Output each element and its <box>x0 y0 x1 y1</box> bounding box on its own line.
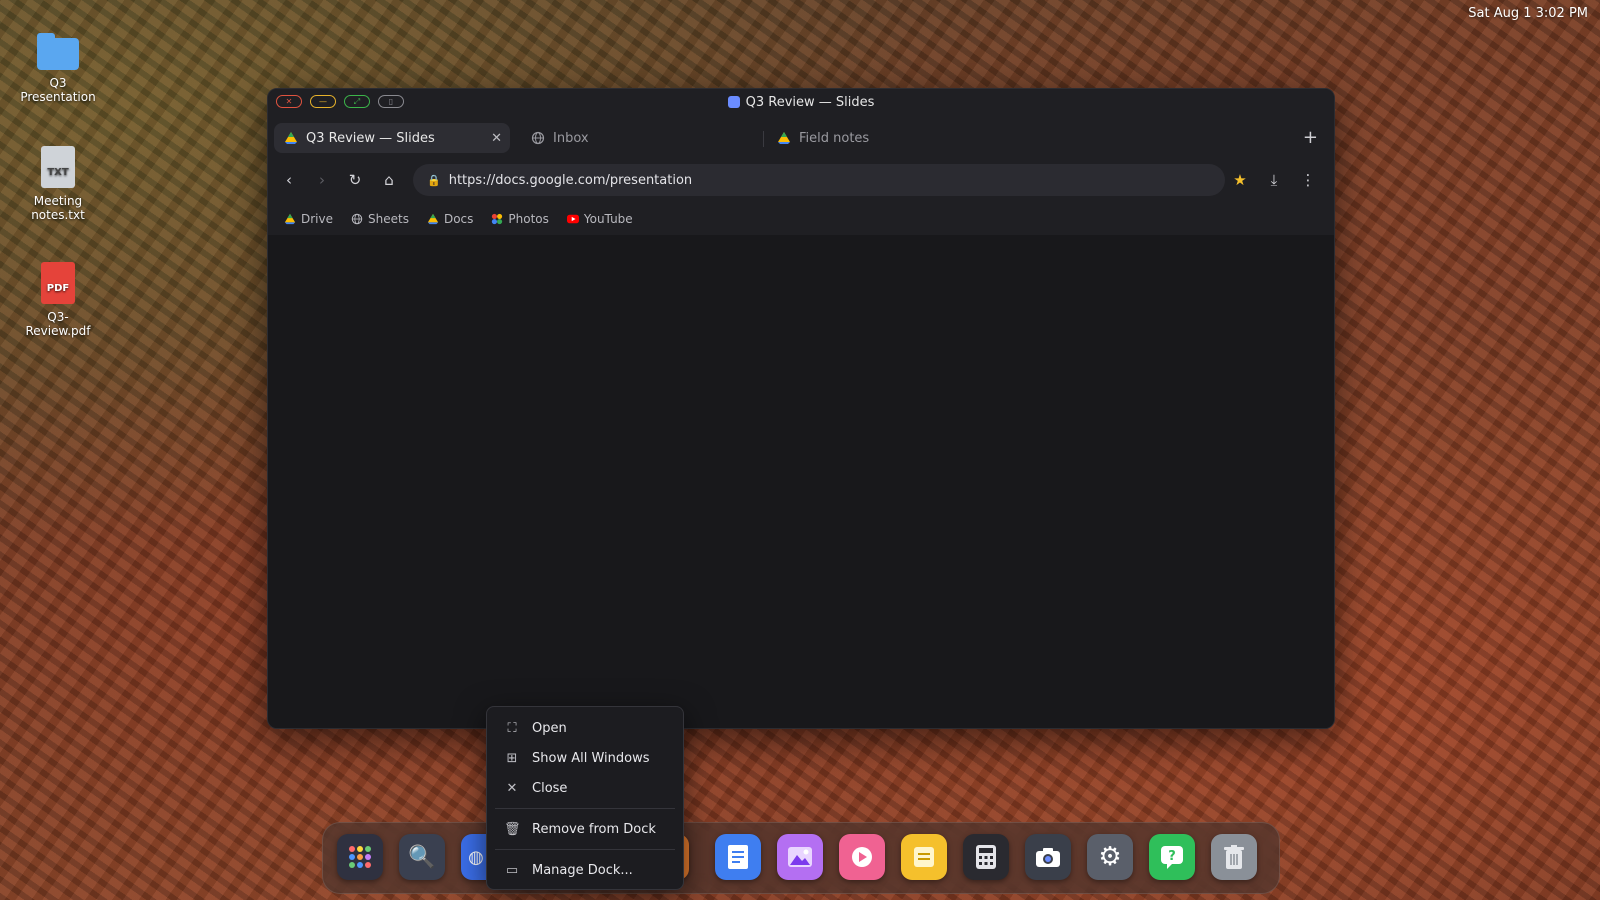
tab-bar: Q3 Review — Slides ✕ Inbox Field notes + <box>268 117 1334 159</box>
gear-icon: ⚙ <box>1098 842 1122 872</box>
camera-icon <box>1036 848 1060 867</box>
app-grid-icon <box>349 846 371 868</box>
dock-icon: ▭ <box>505 862 519 878</box>
desktop-icon-label: Q3 Presentation <box>20 76 96 104</box>
dock-app-settings[interactable]: ⚙ <box>1087 834 1133 880</box>
menu-item-label: Show All Windows <box>532 750 650 766</box>
desktop-icon-label: Q3- Review.pdf <box>25 310 91 338</box>
bookmark-star-icon[interactable]: ★ <box>1230 170 1250 190</box>
bookmark-label: YouTube <box>583 212 633 226</box>
menu-divider <box>495 808 675 809</box>
browser-window: ✕ — ⤢ ▯ Q3 Review — Slides Q3 Review — S… <box>267 88 1335 729</box>
menu-item-manage-dock[interactable]: ▭ Manage Dock... <box>487 855 683 885</box>
globe-icon <box>351 213 363 225</box>
bookmarks-bar: Drive Sheets Docs Photos YouTube <box>268 203 1334 236</box>
dock-app-camera[interactable] <box>1025 834 1071 880</box>
menu-item-label: Manage Dock... <box>532 862 633 878</box>
menu-divider <box>495 849 675 850</box>
dock-app-notes[interactable] <box>901 834 947 880</box>
menubar-clock[interactable]: Sat Aug 1 3:02 PM <box>1468 6 1588 21</box>
lock-icon: 🔒 <box>427 173 441 187</box>
back-arrow-icon[interactable]: ‹ <box>279 170 299 190</box>
desktop-icon-meeting-notes[interactable]: TXT Meeting notes.txt <box>13 146 103 222</box>
bookmark-label: Docs <box>443 212 474 226</box>
page-content-area[interactable] <box>268 235 1334 728</box>
menu-item-remove-from-dock[interactable]: 🗑 Remove from Dock <box>487 814 683 844</box>
new-tab-plus-icon[interactable]: + <box>1303 127 1318 148</box>
address-bar[interactable]: 🔒 https://docs.google.com/presentation <box>413 164 1225 196</box>
bookmark-drive[interactable]: Drive <box>284 212 333 226</box>
desktop-icon-label: Meeting notes.txt <box>31 194 85 222</box>
desktop-icon-q3-presentation[interactable]: Q3 Presentation <box>13 33 103 104</box>
close-tab-icon[interactable]: ✕ <box>491 131 502 146</box>
menu-kebab-icon[interactable]: ⋮ <box>1298 170 1318 190</box>
notes-icon <box>914 847 934 867</box>
bookmark-docs[interactable]: Docs <box>427 212 473 226</box>
dock-app-photos[interactable] <box>777 834 823 880</box>
title-bar[interactable]: ✕ — ⤢ ▯ Q3 Review — Slides <box>268 89 1334 117</box>
bookmark-photos[interactable]: Photos <box>491 212 549 226</box>
tab-inbox[interactable]: Inbox <box>521 123 741 153</box>
app-shield-icon <box>727 96 740 108</box>
tab-label: Q3 Review — Slides <box>306 130 435 146</box>
tab-label: Field notes <box>799 130 870 146</box>
dock-app-docs[interactable] <box>715 834 761 880</box>
dock-app-search[interactable]: 🔍 <box>399 834 445 880</box>
dock-app-launcher[interactable] <box>337 834 383 880</box>
grid-icon: ⊞ <box>506 750 518 766</box>
menu-item-label: Open <box>532 720 567 736</box>
reload-icon[interactable]: ↻ <box>345 170 365 190</box>
bookmark-youtube[interactable]: YouTube <box>566 212 633 226</box>
drive-icon <box>285 132 297 144</box>
pdf-file-icon: PDF <box>41 262 75 304</box>
menu-item-label: Close <box>532 780 568 796</box>
tab-label: Inbox <box>553 130 589 146</box>
dock-app-trash[interactable] <box>1211 834 1257 880</box>
photos-icon <box>492 213 503 225</box>
download-icon[interactable]: ⤓ <box>1264 170 1284 190</box>
dock-context-menu: ⛶ Open ⊞ Show All Windows ✕ Close 🗑 Remo… <box>486 706 684 890</box>
dock-app-help[interactable]: ? <box>1149 834 1195 880</box>
dock: 🔍 ◍ ⚙ ? <box>322 822 1280 894</box>
menu-item-close[interactable]: ✕ Close <box>487 773 683 803</box>
help-icon: ? <box>1161 846 1183 869</box>
menu-item-open[interactable]: ⛶ Open <box>487 713 683 743</box>
menu-item-show-all-windows[interactable]: ⊞ Show All Windows <box>487 743 683 773</box>
drive-icon <box>427 213 439 225</box>
dock-app-media[interactable] <box>839 834 885 880</box>
expand-icon: ⛶ <box>507 720 517 736</box>
bookmark-label: Photos <box>508 212 549 226</box>
trash-icon <box>1224 845 1244 869</box>
window-title-text: Q3 Review — Slides <box>745 95 875 110</box>
home-icon[interactable]: ⌂ <box>379 170 399 190</box>
folder-icon <box>37 33 79 70</box>
globe-icon <box>531 131 545 145</box>
calculator-icon <box>976 845 996 869</box>
youtube-icon <box>566 214 579 224</box>
navigation-toolbar: ‹ › ↻ ⌂ 🔒 https://docs.google.com/presen… <box>268 159 1334 203</box>
forward-arrow-icon[interactable]: › <box>312 170 332 190</box>
tab-q3-review[interactable]: Q3 Review — Slides ✕ <box>274 123 510 153</box>
url-text: https://docs.google.com/presentation <box>448 172 693 188</box>
magnifier-icon: 🔍 <box>408 844 436 870</box>
play-icon <box>852 847 872 867</box>
dock-app-calculator[interactable] <box>963 834 1009 880</box>
globe-icon: ◍ <box>468 846 484 868</box>
drive-icon <box>778 132 790 144</box>
image-icon <box>788 847 812 867</box>
desktop-icon-q3-review-pdf[interactable]: PDF Q3- Review.pdf <box>13 262 103 338</box>
bookmark-label: Drive <box>301 212 333 226</box>
trash-icon: 🗑 <box>504 821 521 837</box>
close-icon: ✕ <box>506 780 518 796</box>
bookmark-sheets[interactable]: Sheets <box>351 212 409 226</box>
window-title: Q3 Review — Slides <box>268 95 1334 110</box>
tab-field-notes[interactable]: Field notes <box>767 123 987 153</box>
drive-icon <box>284 213 296 225</box>
tab-separator <box>763 131 764 147</box>
txt-file-icon: TXT <box>41 146 75 188</box>
menu-item-label: Remove from Dock <box>532 821 656 837</box>
bookmark-label: Sheets <box>368 212 409 226</box>
svg-text:?: ? <box>1168 849 1176 864</box>
document-icon <box>728 845 748 869</box>
